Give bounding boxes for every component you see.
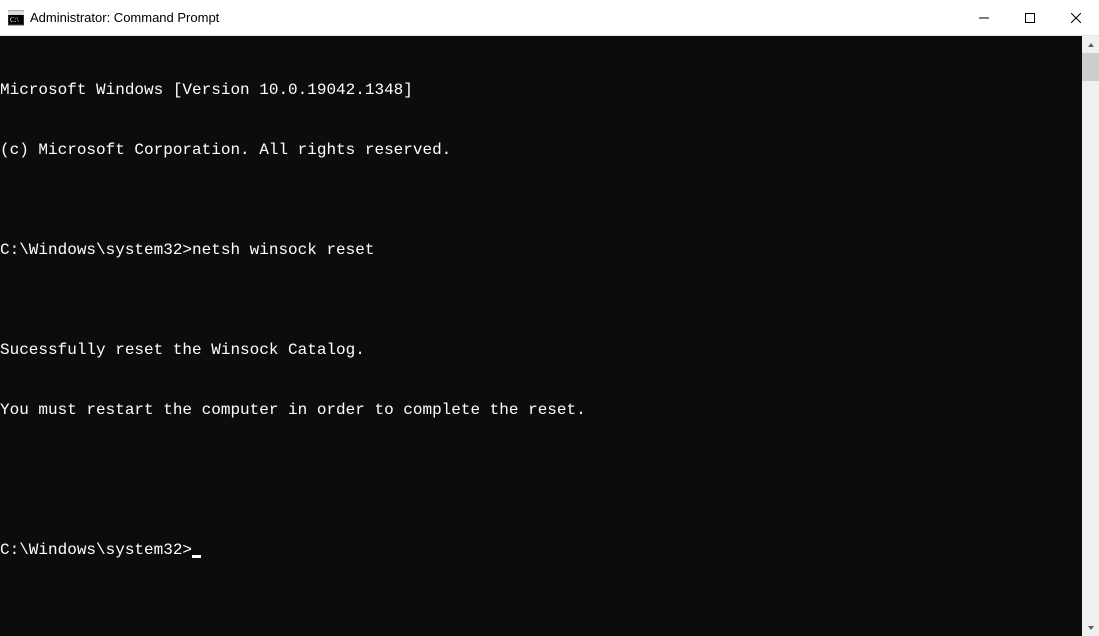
output-line: You must restart the computer in order t…	[0, 400, 1082, 420]
output-line: Sucessfully reset the Winsock Catalog.	[0, 340, 1082, 360]
close-button[interactable]	[1053, 0, 1099, 35]
current-prompt-line: C:\Windows\system32>	[0, 540, 1082, 560]
scroll-up-arrow-icon[interactable]	[1082, 36, 1099, 53]
scroll-down-arrow-icon[interactable]	[1082, 619, 1099, 636]
prompt-text: C:\Windows\system32>	[0, 241, 192, 259]
terminal-output[interactable]: Microsoft Windows [Version 10.0.19042.13…	[0, 36, 1082, 636]
command-text: netsh winsock reset	[192, 241, 374, 259]
prompt-text: C:\Windows\system32>	[0, 540, 192, 560]
client-area: Microsoft Windows [Version 10.0.19042.13…	[0, 36, 1099, 636]
window-title: Administrator: Command Prompt	[30, 10, 219, 25]
title-bar: C:\ Administrator: Command Prompt	[0, 0, 1099, 36]
title-left: C:\ Administrator: Command Prompt	[8, 10, 219, 26]
window-controls	[961, 0, 1099, 35]
cursor	[192, 555, 201, 558]
minimize-button[interactable]	[961, 0, 1007, 35]
vertical-scrollbar[interactable]	[1082, 36, 1099, 636]
scroll-track[interactable]	[1082, 53, 1099, 619]
command-line: C:\Windows\system32>netsh winsock reset	[0, 240, 1082, 260]
version-line: Microsoft Windows [Version 10.0.19042.13…	[0, 80, 1082, 100]
copyright-line: (c) Microsoft Corporation. All rights re…	[0, 140, 1082, 160]
cmd-icon: C:\	[8, 10, 24, 26]
scroll-thumb[interactable]	[1082, 53, 1099, 81]
maximize-button[interactable]	[1007, 0, 1053, 35]
svg-text:C:\: C:\	[10, 16, 19, 24]
